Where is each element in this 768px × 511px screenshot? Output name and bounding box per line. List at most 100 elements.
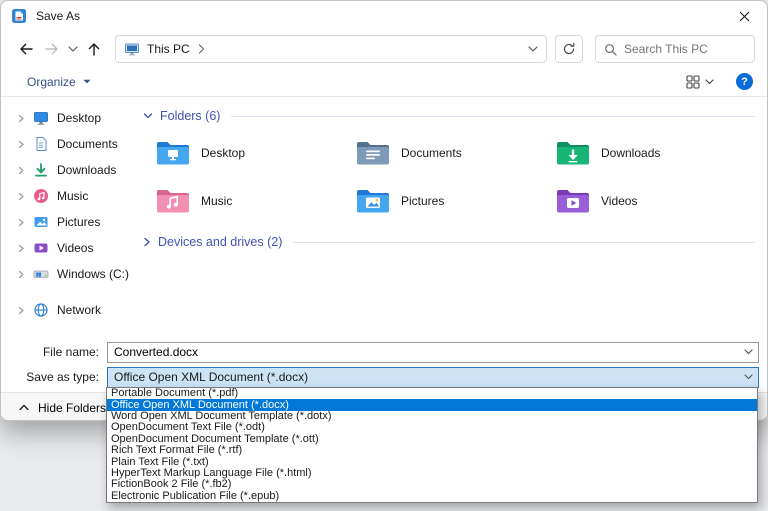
group-divider	[231, 116, 755, 117]
navigation-pane: Desktop Documents Downloads Music	[1, 97, 135, 341]
videos-icon	[33, 240, 49, 256]
sidebar-item-downloads[interactable]: Downloads	[1, 157, 135, 183]
close-button[interactable]	[727, 2, 761, 30]
sidebar-item-label: Desktop	[57, 111, 101, 125]
drive-icon	[33, 266, 49, 282]
chevron-right-icon[interactable]	[17, 114, 25, 123]
folder-tile-music[interactable]: Music	[155, 183, 355, 219]
desktop-icon	[33, 110, 49, 126]
help-glyph: ?	[741, 76, 748, 88]
sidebar-item-videos[interactable]: Videos	[1, 235, 135, 261]
titlebar: Save As	[1, 1, 767, 31]
save-as-type-combobox[interactable]: Office Open XML Document (*.docx)	[107, 367, 759, 388]
chevron-right-icon[interactable]	[17, 140, 25, 149]
folder-tile-documents[interactable]: Documents	[355, 135, 555, 171]
save-as-type-label: Save as type:	[1, 370, 107, 384]
sidebar-item-label: Windows (C:)	[57, 267, 129, 281]
tiles-view-icon	[686, 75, 700, 89]
sidebar-item-pictures[interactable]: Pictures	[1, 209, 135, 235]
save-as-type-value: Office Open XML Document (*.docx)	[114, 370, 738, 384]
file-name-label: File name:	[1, 345, 107, 359]
sidebar-item-windows-c[interactable]: Windows (C:)	[1, 261, 135, 287]
folder-tile-label: Documents	[401, 146, 462, 160]
help-icon[interactable]: ?	[736, 73, 753, 90]
folders-grid: Desktop Documents Downloads Music	[155, 135, 755, 219]
content-area: Desktop Documents Downloads Music	[1, 97, 767, 341]
chevron-down-icon[interactable]	[738, 374, 758, 380]
file-name-row: File name:	[1, 341, 768, 363]
organize-button[interactable]: Organize	[27, 75, 91, 89]
address-dropdown-icon[interactable]	[528, 46, 538, 53]
forward-button[interactable]	[39, 36, 65, 62]
chevron-down-icon	[68, 46, 78, 53]
window-title: Save As	[36, 9, 80, 23]
folders-group-label: Folders (6)	[160, 109, 220, 123]
file-list-area: Folders (6) Desktop Documents Downloa	[135, 97, 768, 341]
chevron-right-icon[interactable]	[17, 166, 25, 175]
recent-locations-button[interactable]	[65, 36, 81, 62]
folder-tile-downloads[interactable]: Downloads	[555, 135, 755, 171]
search-input[interactable]	[624, 42, 746, 56]
save-as-type-row: Save as type: Office Open XML Document (…	[1, 366, 768, 388]
file-name-combobox	[107, 342, 759, 363]
folder-tile-videos[interactable]: Videos	[555, 183, 755, 219]
documents-icon	[33, 136, 49, 152]
sidebar-item-label: Downloads	[57, 163, 116, 177]
filetype-option[interactable]: FictionBook 2 File (*.fb2)	[107, 479, 757, 490]
hide-folders-button[interactable]: Hide Folders	[19, 401, 106, 415]
navigation-bar: This PC	[1, 31, 767, 67]
desktop-background: Save As	[0, 0, 768, 511]
pictures-folder-icon	[355, 187, 391, 215]
refresh-button[interactable]	[555, 35, 583, 63]
chevron-up-icon	[19, 404, 29, 411]
filetype-dropdown-list: Portable Document (*.pdf) Office Open XM…	[106, 387, 758, 503]
forward-arrow-icon	[44, 41, 60, 57]
filetype-option[interactable]: OpenDocument Text File (*.odt)	[107, 422, 757, 433]
filetype-option[interactable]: Portable Document (*.pdf)	[107, 388, 757, 399]
folder-tile-label: Music	[201, 194, 232, 208]
chevron-down-icon	[143, 112, 153, 120]
chevron-down-icon[interactable]	[738, 349, 758, 355]
back-arrow-icon	[18, 41, 34, 57]
chevron-right-icon	[143, 237, 151, 247]
desktop-folder-icon	[155, 139, 191, 167]
chevron-right-icon[interactable]	[17, 244, 25, 253]
chevron-down-icon	[83, 79, 91, 85]
sidebar-item-desktop[interactable]: Desktop	[1, 105, 135, 131]
organize-label: Organize	[27, 75, 76, 89]
folder-tile-desktop[interactable]: Desktop	[155, 135, 355, 171]
folder-tile-label: Videos	[601, 194, 637, 208]
videos-folder-icon	[555, 187, 591, 215]
sidebar-item-music[interactable]: Music	[1, 183, 135, 209]
back-button[interactable]	[13, 36, 39, 62]
chevron-right-icon[interactable]	[17, 218, 25, 227]
chevron-right-icon[interactable]	[17, 306, 25, 315]
sidebar-item-documents[interactable]: Documents	[1, 131, 135, 157]
up-button[interactable]	[81, 36, 107, 62]
filetype-option[interactable]: Rich Text Format File (*.rtf)	[107, 445, 757, 456]
network-icon	[33, 302, 49, 318]
breadcrumb[interactable]: This PC	[147, 42, 190, 56]
filetype-option[interactable]: Electronic Publication File (*.epub)	[107, 491, 757, 502]
file-name-input[interactable]	[108, 345, 738, 359]
folders-group-header[interactable]: Folders (6)	[143, 109, 755, 123]
breadcrumb-chevron-icon[interactable]	[198, 44, 205, 54]
folder-tile-pictures[interactable]: Pictures	[355, 183, 555, 219]
chevron-right-icon[interactable]	[17, 192, 25, 201]
command-toolbar: Organize ?	[1, 67, 767, 97]
music-icon	[33, 188, 49, 204]
search-box	[595, 35, 755, 63]
address-bar[interactable]: This PC	[115, 35, 547, 63]
folder-tile-label: Downloads	[601, 146, 660, 160]
folder-tile-label: Pictures	[401, 194, 444, 208]
group-divider	[293, 242, 755, 243]
view-options-button[interactable]	[686, 75, 714, 89]
app-icon	[11, 8, 27, 24]
sidebar-item-label: Music	[57, 189, 88, 203]
devices-group-label: Devices and drives (2)	[158, 235, 282, 249]
devices-group-header[interactable]: Devices and drives (2)	[143, 235, 755, 249]
sidebar-item-network[interactable]: Network	[1, 297, 135, 323]
pictures-icon	[33, 214, 49, 230]
chevron-right-icon[interactable]	[17, 270, 25, 279]
sidebar-item-label: Network	[57, 303, 101, 317]
